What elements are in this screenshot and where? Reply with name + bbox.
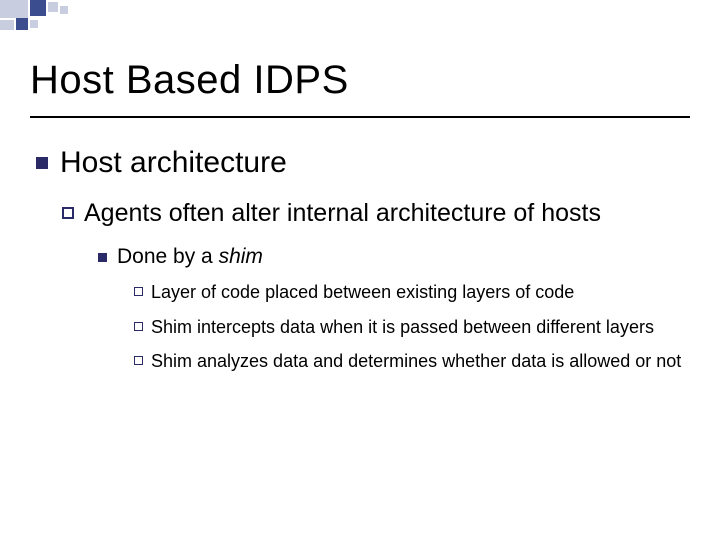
bullet-text: Shim analyzes data and determines whethe…: [151, 350, 681, 373]
bullet-text: Layer of code placed between existing la…: [151, 281, 574, 304]
bullet-text: Host architecture: [60, 146, 287, 180]
square-bullet-icon: [98, 253, 107, 262]
hollow-square-bullet-icon: [134, 322, 143, 331]
bullet-level-4: Shim analyzes data and determines whethe…: [134, 350, 690, 373]
text-prefix: Done by a: [117, 245, 219, 268]
bullet-text: Shim intercepts data when it is passed b…: [151, 316, 654, 339]
hollow-square-bullet-icon: [134, 356, 143, 365]
bullet-level-3: Done by a shim: [98, 245, 690, 269]
bullet-level-4: Layer of code placed between existing la…: [134, 281, 690, 304]
bullet-level-1: Host architecture: [36, 146, 690, 180]
square-bullet-icon: [36, 157, 48, 169]
slide-title: Host Based IDPS: [30, 58, 349, 103]
title-underline: [30, 116, 690, 118]
bullet-text: Agents often alter internal architecture…: [84, 198, 601, 229]
corner-decoration: [0, 0, 180, 36]
bullet-text: Done by a shim: [117, 245, 263, 269]
slide-body: Host architecture Agents often alter int…: [36, 146, 690, 373]
hollow-square-bullet-icon: [62, 207, 74, 219]
bullet-level-2: Agents often alter internal architecture…: [62, 198, 690, 229]
italic-term: shim: [219, 245, 263, 268]
hollow-square-bullet-icon: [134, 287, 143, 296]
bullet-level-4: Shim intercepts data when it is passed b…: [134, 316, 690, 339]
